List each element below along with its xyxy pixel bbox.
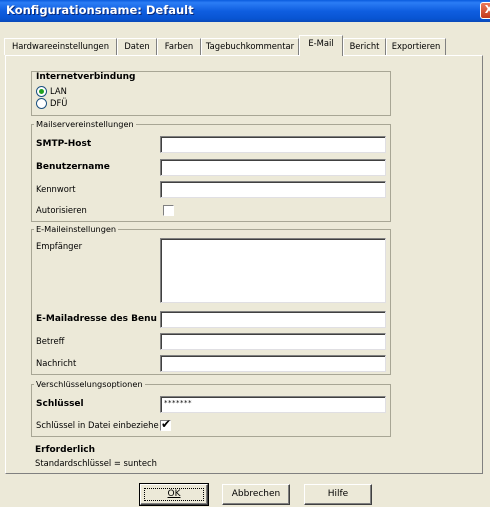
tab-tagebuchkommentar[interactable]: Tagebuchkommentar bbox=[201, 38, 299, 55]
internet-title: Internetverbindung bbox=[36, 72, 136, 82]
lan-radio[interactable] bbox=[36, 86, 47, 97]
help-button[interactable]: Hilfe bbox=[304, 484, 372, 505]
tab-daten[interactable]: Daten bbox=[117, 38, 157, 55]
sender-label: E-Mailadresse des Benu bbox=[36, 314, 157, 324]
dfu-label: DFÜ bbox=[50, 98, 68, 108]
subject-label: Betreff bbox=[36, 336, 65, 346]
mailserver-group: Mailservereinstellungen SMTP-Host Benutz… bbox=[31, 119, 391, 222]
focus-rect bbox=[144, 488, 204, 501]
password-input[interactable] bbox=[160, 181, 386, 198]
username-input[interactable] bbox=[160, 159, 386, 176]
username-label: Benutzername bbox=[36, 162, 110, 172]
internet-group: Internetverbindung LAN DFÜ bbox=[31, 71, 391, 116]
cancel-button[interactable]: Abbrechen bbox=[222, 484, 290, 505]
tab-bericht[interactable]: Bericht bbox=[343, 38, 386, 55]
required-note: Standardschlüssel = suntech bbox=[35, 458, 157, 468]
lan-label: LAN bbox=[50, 86, 67, 96]
smtp-host-input[interactable] bbox=[160, 136, 386, 153]
window-title: Konfigurationsname: Default bbox=[6, 3, 194, 17]
tab-exportieren[interactable]: Exportieren bbox=[386, 38, 446, 55]
cancel-label: Abbrechen bbox=[231, 489, 281, 499]
ok-button[interactable]: OK bbox=[139, 483, 209, 506]
encryption-title: Verschlüsselungsoptionen bbox=[34, 379, 145, 389]
tab-e-mail[interactable]: E-Mail bbox=[299, 35, 343, 56]
subject-input[interactable] bbox=[160, 333, 386, 350]
include-key-label: Schlüssel in Datei einbeziehe bbox=[36, 420, 159, 430]
password-label: Kennwort bbox=[36, 184, 76, 194]
key-input[interactable]: ******* bbox=[160, 396, 386, 413]
include-key-checkbox[interactable]: ✔ bbox=[160, 417, 172, 431]
email-title: E-Maileinstellungen bbox=[34, 224, 119, 234]
encryption-group: Verschlüsselungsoptionen Schlüssel *****… bbox=[31, 379, 391, 437]
title-bar[interactable]: Konfigurationsname: Default X bbox=[0, 0, 490, 22]
smtp-label: SMTP-Host bbox=[36, 139, 92, 149]
email-group: E-Maileinstellungen Empfänger E-Mailadre… bbox=[31, 224, 391, 375]
radio-selected-dot bbox=[39, 89, 44, 94]
dfu-radio[interactable] bbox=[36, 98, 47, 109]
config-dialog: Konfigurationsname: Default X Hardwareei… bbox=[0, 0, 490, 507]
close-button[interactable]: X bbox=[480, 2, 490, 19]
tab-hardwareeinstellungen[interactable]: Hardwareeinstellungen bbox=[4, 38, 117, 55]
authorize-label: Autorisieren bbox=[36, 205, 87, 215]
help-label: Hilfe bbox=[327, 489, 349, 499]
message-label: Nachricht bbox=[36, 358, 77, 368]
message-input[interactable] bbox=[160, 355, 386, 372]
required-title: Erforderlich bbox=[35, 445, 96, 455]
tab-panel: Internetverbindung LAN DFÜ Mailserverein… bbox=[5, 55, 483, 474]
sender-address-input[interactable] bbox=[160, 311, 386, 328]
tab-farben[interactable]: Farben bbox=[157, 38, 201, 55]
key-label: Schlüssel bbox=[36, 399, 84, 409]
recipient-textarea[interactable] bbox=[160, 238, 386, 303]
checkmark-icon: ✔ bbox=[161, 417, 172, 431]
recipient-label: Empfänger bbox=[36, 241, 83, 251]
authorize-checkbox[interactable] bbox=[163, 205, 174, 216]
mailserver-title: Mailservereinstellungen bbox=[34, 119, 136, 129]
